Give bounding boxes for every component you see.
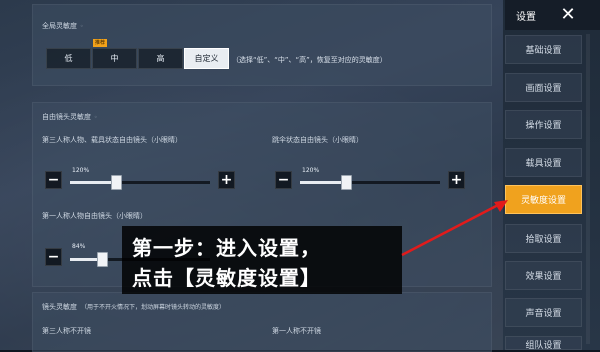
scope-sensitivity-panel bbox=[32, 292, 492, 352]
slider1-track[interactable] bbox=[70, 181, 210, 184]
global-sensitivity-title: 全局灵敏度 ◦ bbox=[42, 22, 84, 30]
menu-item-pickup[interactable]: 拾取设置 bbox=[505, 224, 582, 253]
recommend-badge: 推荐 bbox=[93, 39, 107, 47]
slider3-thumb[interactable] bbox=[97, 252, 109, 267]
menu-item-controls[interactable]: 操作设置 bbox=[505, 110, 582, 139]
preset-note: （选择“低”、“中”、“高”，恢复至对应的灵敏度） bbox=[232, 56, 387, 64]
slider2-value: 120% bbox=[302, 167, 320, 174]
info-icon: ◦ bbox=[94, 114, 98, 121]
slider3-decrease-button[interactable]: − bbox=[45, 248, 62, 266]
menu-item-sound[interactable]: 声音设置 bbox=[505, 298, 582, 327]
slider1-thumb[interactable] bbox=[111, 175, 123, 190]
preset-high-button[interactable]: 高 bbox=[138, 48, 183, 69]
slider2-increase-button[interactable]: + bbox=[448, 171, 465, 189]
tutorial-line-1: 第一步：进入设置， bbox=[132, 236, 321, 260]
scope-right-label: 第一人称不开镜 bbox=[272, 327, 321, 335]
menu-item-vehicle[interactable]: 载具设置 bbox=[505, 148, 582, 177]
slider2-decrease-button[interactable]: − bbox=[275, 171, 292, 189]
slider1-increase-button[interactable]: + bbox=[218, 171, 235, 189]
close-icon[interactable]: ✕ bbox=[555, 3, 581, 25]
slider1-value: 120% bbox=[72, 167, 90, 174]
menu-item-graphics[interactable]: 画面设置 bbox=[505, 73, 582, 102]
menu-item-sensitivity[interactable]: 灵敏度设置 bbox=[505, 185, 582, 214]
slider1-fill bbox=[70, 181, 117, 184]
slider2-track[interactable] bbox=[300, 181, 440, 184]
free-look-title: 自由镜头灵敏度 ◦ bbox=[42, 113, 98, 121]
scope-left-label: 第三人称不开镜 bbox=[42, 327, 91, 335]
preset-button-group: 低 中 高 自定义 bbox=[46, 48, 230, 69]
slider3-label: 第一人称人物自由镜头（小眼睛） bbox=[42, 212, 147, 220]
menu-item-team[interactable]: 组队设置 bbox=[505, 336, 582, 351]
menu-scrollbar[interactable] bbox=[586, 34, 590, 344]
tutorial-line-2: 点击【灵敏度设置】 bbox=[132, 266, 321, 290]
preset-custom-button[interactable]: 自定义 bbox=[184, 48, 229, 69]
menu-item-effects[interactable]: 效果设置 bbox=[505, 261, 582, 290]
preset-low-button[interactable]: 低 bbox=[46, 48, 91, 69]
slider1-decrease-button[interactable]: − bbox=[45, 171, 62, 189]
info-icon: ◦ bbox=[80, 23, 84, 30]
scope-sensitivity-title: 镜头灵敏度 （用于不开火情况下，划动屏幕时镜头转动的灵敏度） bbox=[42, 303, 226, 311]
menu-item-basic[interactable]: 基础设置 bbox=[505, 35, 582, 64]
slider2-thumb[interactable] bbox=[341, 175, 353, 190]
slider1-label: 第三人称人物、载具状态自由镜头（小眼睛） bbox=[42, 136, 182, 144]
settings-title: 设置 bbox=[516, 12, 536, 23]
preset-mid-button[interactable]: 中 bbox=[92, 48, 137, 69]
slider3-value: 84% bbox=[72, 243, 86, 250]
slider2-label: 跳伞状态自由镜头（小眼睛） bbox=[272, 136, 363, 144]
scope-desc: （用于不开火情况下，划动屏幕时镜头转动的灵敏度） bbox=[81, 304, 226, 311]
slider2-fill bbox=[300, 181, 347, 184]
